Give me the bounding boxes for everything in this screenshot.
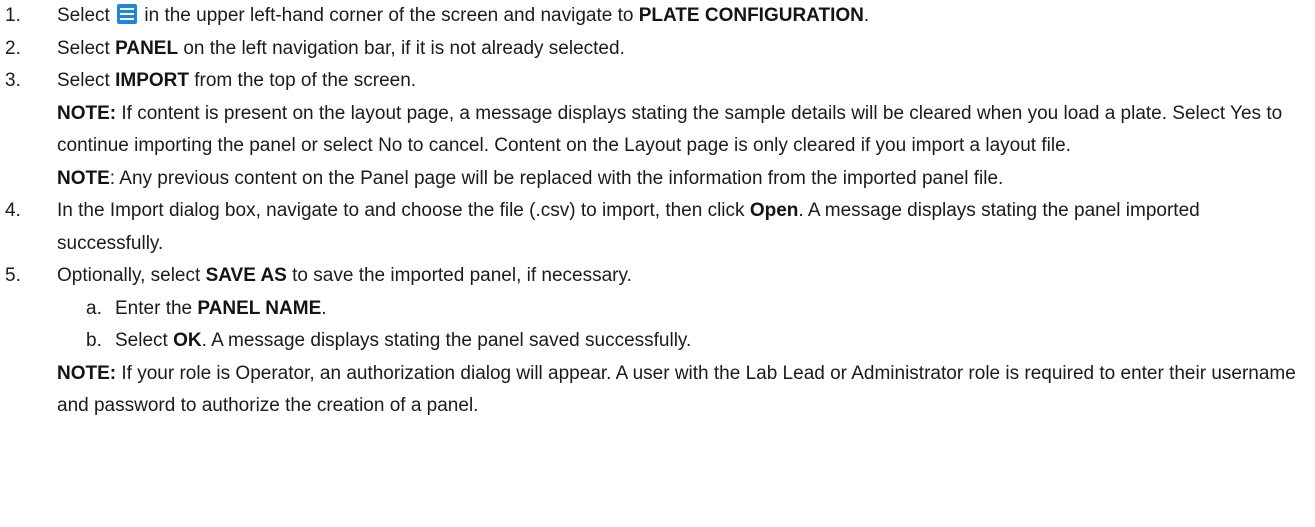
note-label: NOTE: xyxy=(57,362,117,384)
hamburger-menu-icon xyxy=(117,4,138,24)
step-3: 3. Select IMPORT from the top of the scr… xyxy=(0,65,1315,98)
substep-text: Select xyxy=(115,330,174,351)
step-number: 1. xyxy=(5,5,21,26)
step-text: . xyxy=(863,5,870,26)
step-text: In the Import dialog box, navigate to an… xyxy=(57,200,750,221)
note-label: NOTE xyxy=(57,167,110,189)
substep-text: Enter the xyxy=(115,297,198,319)
step-4: 4. In the Import dialog box, navigate to… xyxy=(0,195,1315,260)
step-text: Select xyxy=(57,5,116,26)
ui-term: Open xyxy=(749,200,799,221)
step-5: 5. Optionally, select SAVE AS to save th… xyxy=(0,260,1315,293)
substep-letter: b. xyxy=(86,330,102,351)
ui-term: PANEL NAME xyxy=(197,297,322,319)
step-1: 1. Select in the upper left-hand corner … xyxy=(0,0,1315,33)
step-text: on the left navigation bar, if it is not… xyxy=(178,37,625,59)
step-number: 5. xyxy=(5,265,21,286)
note-text: : Any previous content on the Panel page… xyxy=(109,167,1004,189)
note-3: NOTE: If your role is Operator, an autho… xyxy=(0,358,1315,423)
ui-term: OK xyxy=(173,330,202,351)
step-number: 4. xyxy=(5,200,21,221)
substep-b: b. Select OK. A message displays stating… xyxy=(0,325,1315,358)
substep-text: . A message displays stating the panel s… xyxy=(201,330,692,351)
note-1: NOTE: If content is present on the layou… xyxy=(0,98,1315,163)
note-2: NOTE: Any previous content on the Panel … xyxy=(0,163,1315,196)
step-text: Select xyxy=(57,37,116,59)
ui-term: PLATE CONFIGURATION xyxy=(638,5,864,26)
note-text: If your role is Operator, an authorizati… xyxy=(57,362,1296,417)
ui-term: PANEL xyxy=(115,37,179,59)
note-text: If content is present on the layout page… xyxy=(57,102,1283,157)
substep-a: a. Enter the PANEL NAME. xyxy=(0,293,1315,326)
step-number: 2. xyxy=(5,37,21,59)
ui-term: SAVE AS xyxy=(205,265,287,286)
instructions-document: 1. Select in the upper left-hand corner … xyxy=(0,0,1315,423)
substep-text: . xyxy=(321,297,327,319)
step-number: 3. xyxy=(5,70,21,91)
ui-term: IMPORT xyxy=(115,70,189,91)
substep-letter: a. xyxy=(86,297,102,319)
step-text: to save the imported panel, if necessary… xyxy=(286,265,632,286)
step-2: 2. Select PANEL on the left navigation b… xyxy=(0,33,1315,66)
step-text: from the top of the screen. xyxy=(188,70,417,91)
step-text: in the upper left-hand corner of the scr… xyxy=(139,5,639,26)
step-text: Optionally, select xyxy=(57,265,206,286)
step-text: Select xyxy=(57,70,116,91)
note-label: NOTE: xyxy=(57,102,117,124)
